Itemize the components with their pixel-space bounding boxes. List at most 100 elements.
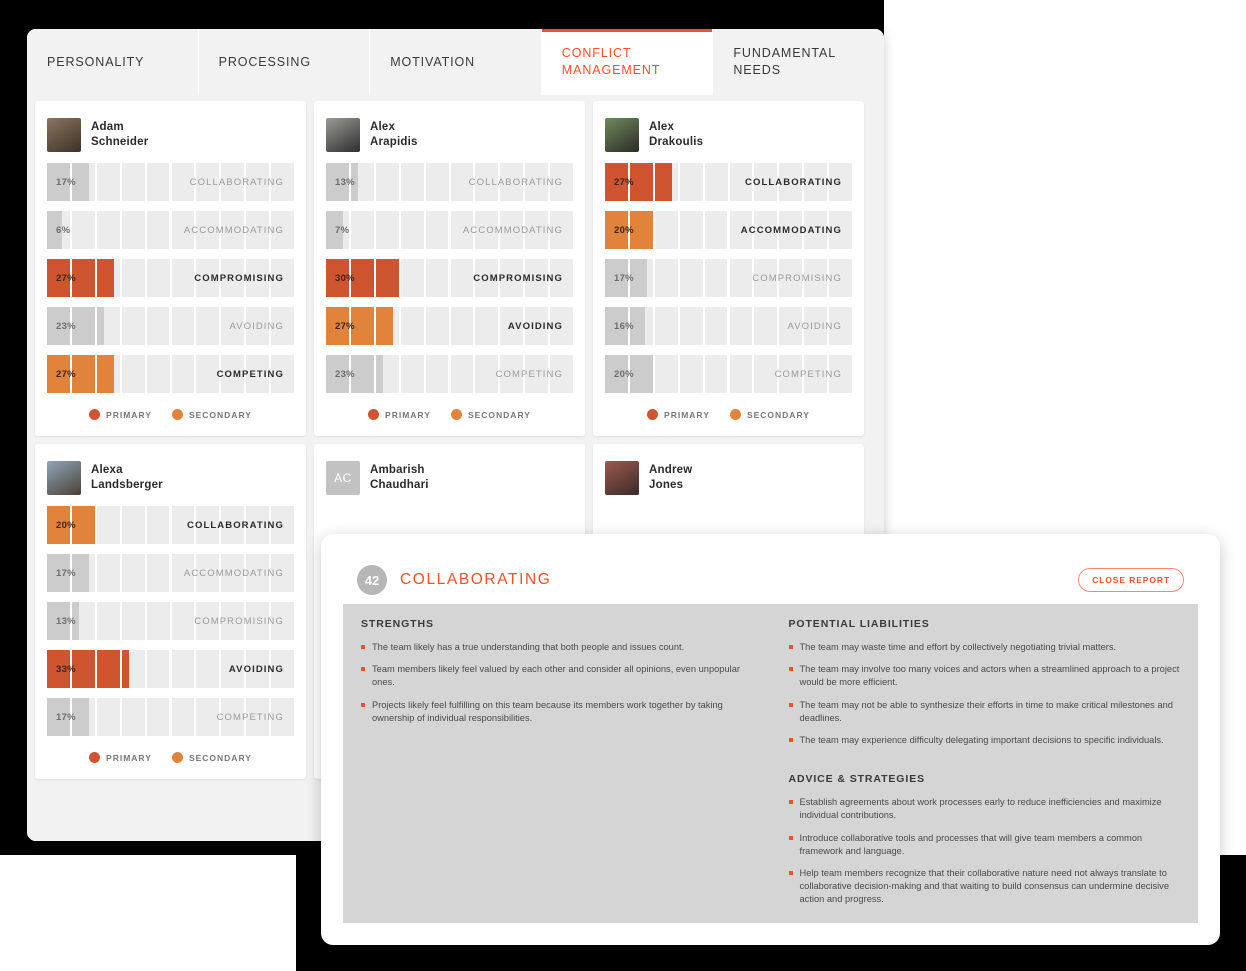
person-name: Alexa Landsberger: [91, 463, 163, 493]
bar-segment: [97, 602, 122, 640]
conflict-bar-row[interactable]: 13% COMPROMISING: [47, 602, 294, 640]
conflict-bar-row[interactable]: 27% AVOIDING: [326, 307, 573, 345]
conflict-bar-row[interactable]: 20% ACCOMMODATING: [605, 211, 852, 249]
conflict-bar-row[interactable]: 17% ACCOMMODATING: [47, 554, 294, 592]
bar-category-label: COLLABORATING: [189, 176, 284, 188]
conflict-bar-row[interactable]: 13% COLLABORATING: [326, 163, 573, 201]
conflict-bar-row[interactable]: 7% ACCOMMODATING: [326, 211, 573, 249]
bar-category-label: ACCOMMODATING: [740, 224, 842, 236]
screen: PERSONALITY PROCESSING MOTIVATION CONFLICT …: [0, 0, 1246, 971]
bar-segment: [196, 650, 222, 688]
person-first-name: Alexa: [91, 463, 123, 476]
tab-personality[interactable]: PERSONALITY: [27, 29, 199, 95]
person-card[interactable]: Alex Drakoulis 27% COLLABORATING 20% ACCOMMOD…: [593, 101, 864, 436]
bar-segment: [376, 259, 401, 297]
bar-category-label: AVOIDING: [228, 663, 284, 675]
conflict-bar-row[interactable]: 16% AVOIDING: [605, 307, 852, 345]
bar-segment: [122, 355, 147, 393]
bar-segment: [655, 307, 680, 345]
secondary-dot-icon: [171, 409, 183, 420]
avatar: [326, 118, 360, 152]
report-panel: 42 COLLABORATING CLOSE REPORT STRENGTHS …: [321, 534, 1220, 945]
tab-label: PROCESSING: [218, 54, 311, 69]
advice-item: Introduce collaborative tools and proces…: [788, 832, 1181, 858]
legend-item-primary: PRIMARY: [89, 752, 152, 763]
bar-segment: [97, 211, 122, 249]
bar-percent-label: 13%: [335, 176, 355, 188]
bar-category-label: AVOIDING: [787, 320, 842, 332]
legend-label: PRIMARY: [385, 409, 431, 420]
conflict-bar-row[interactable]: 23% COMPETING: [326, 355, 573, 393]
conflict-bar-chart: 20% COLLABORATING 17% ACCOMMODATING 13% COMPR…: [47, 506, 294, 736]
bar-segment: [451, 259, 476, 297]
conflict-bar-row[interactable]: 20% COMPETING: [605, 355, 852, 393]
primary-dot-icon: [89, 409, 101, 420]
conflict-bar-row[interactable]: 17% COMPROMISING: [605, 259, 852, 297]
bar-segment: [401, 211, 426, 249]
legend-item-secondary: SECONDARY: [450, 409, 531, 420]
bar-segment: [655, 355, 680, 393]
conflict-bar-row[interactable]: 17% COLLABORATING: [47, 163, 294, 201]
bar-segment: [172, 307, 197, 345]
conflict-bar-row[interactable]: 17% COMPETING: [47, 698, 294, 736]
bar-segment: [680, 163, 705, 201]
bar-segment: [97, 506, 122, 544]
bar-segment: [426, 355, 451, 393]
strength-item: Team members likely feel valued by each …: [361, 663, 753, 689]
bar-segment: [97, 259, 122, 297]
bar-category-label: COMPROMISING: [194, 272, 284, 284]
bar-category-label: COMPROMISING: [752, 272, 842, 284]
bar-segment: [172, 259, 197, 297]
person-card-header: Alexa Landsberger: [47, 456, 294, 500]
conflict-bar-row[interactable]: 27% COMPROMISING: [47, 259, 294, 297]
bar-segment: [72, 211, 97, 249]
bar-segment: [122, 650, 147, 688]
bar-segment: [122, 698, 147, 736]
strengths-heading: STRENGTHS: [361, 618, 434, 630]
bar-segment: [122, 163, 147, 201]
bar-segment: [122, 307, 147, 345]
bar-segment: [376, 211, 401, 249]
conflict-bar-row[interactable]: 20% COLLABORATING: [47, 506, 294, 544]
bar-segment: [97, 163, 122, 201]
bar-segment: [680, 211, 705, 249]
conflict-bar-row[interactable]: 27% COLLABORATING: [605, 163, 852, 201]
bar-percent-label: 17%: [56, 567, 76, 579]
conflict-bar-row[interactable]: 23% AVOIDING: [47, 307, 294, 345]
bar-category-label: COLLABORATING: [187, 519, 284, 531]
person-first-name: Ambarish: [370, 463, 425, 476]
bar-segment: [401, 163, 426, 201]
person-first-name: Andrew: [649, 463, 693, 476]
tab-processing[interactable]: PROCESSING: [198, 29, 371, 95]
avatar: [47, 118, 81, 152]
bar-segment: [705, 355, 730, 393]
conflict-bar-row[interactable]: 6% ACCOMMODATING: [47, 211, 294, 249]
bar-segment: [705, 307, 730, 345]
bar-percent-label: 20%: [56, 519, 76, 531]
bar-percent-label: 23%: [335, 368, 355, 380]
bar-category-label: ACCOMMODATING: [183, 567, 284, 579]
bar-segment: [122, 259, 147, 297]
person-card[interactable]: Adam Schneider 17% COLLABORATING 6% ACCOMMODA…: [35, 101, 306, 436]
liabilities-heading: POTENTIAL LIABILITIES: [788, 618, 930, 630]
close-report-button[interactable]: CLOSE REPORT: [1078, 568, 1184, 592]
person-card[interactable]: Alexa Landsberger 20% COLLABORATING 17% ACCOM…: [35, 444, 306, 779]
bar-segment: [147, 259, 172, 297]
bar-segment: [730, 355, 755, 393]
avatar: [605, 461, 639, 495]
conflict-bar-row[interactable]: 33% AVOIDING: [47, 650, 294, 688]
person-last-name: Chaudhari: [370, 479, 429, 491]
conflict-bar-row[interactable]: 27% COMPETING: [47, 355, 294, 393]
person-card-header: Andrew Jones: [605, 456, 852, 500]
person-card[interactable]: Alex Arapidis 13% COLLABORATING 7% ACCOMMODAT…: [314, 101, 585, 436]
tab-fundamental-needs[interactable]: FUNDAMENTAL NEEDS: [713, 29, 884, 95]
bar-legend: PRIMARY SECONDARY: [47, 746, 294, 773]
bar-category-label: ACCOMMODATING: [462, 224, 563, 236]
conflict-bar-chart: 13% COLLABORATING 7% ACCOMMODATING 30% COMPRO…: [326, 163, 573, 393]
person-card-header: Alex Drakoulis: [605, 113, 852, 157]
bar-segment: [376, 307, 401, 345]
tab-conflict-management[interactable]: CONFLICT MANAGEMENT: [541, 29, 714, 95]
bar-segment: [401, 307, 426, 345]
tab-motivation[interactable]: MOTIVATION: [370, 29, 542, 95]
conflict-bar-row[interactable]: 30% COMPROMISING: [326, 259, 573, 297]
